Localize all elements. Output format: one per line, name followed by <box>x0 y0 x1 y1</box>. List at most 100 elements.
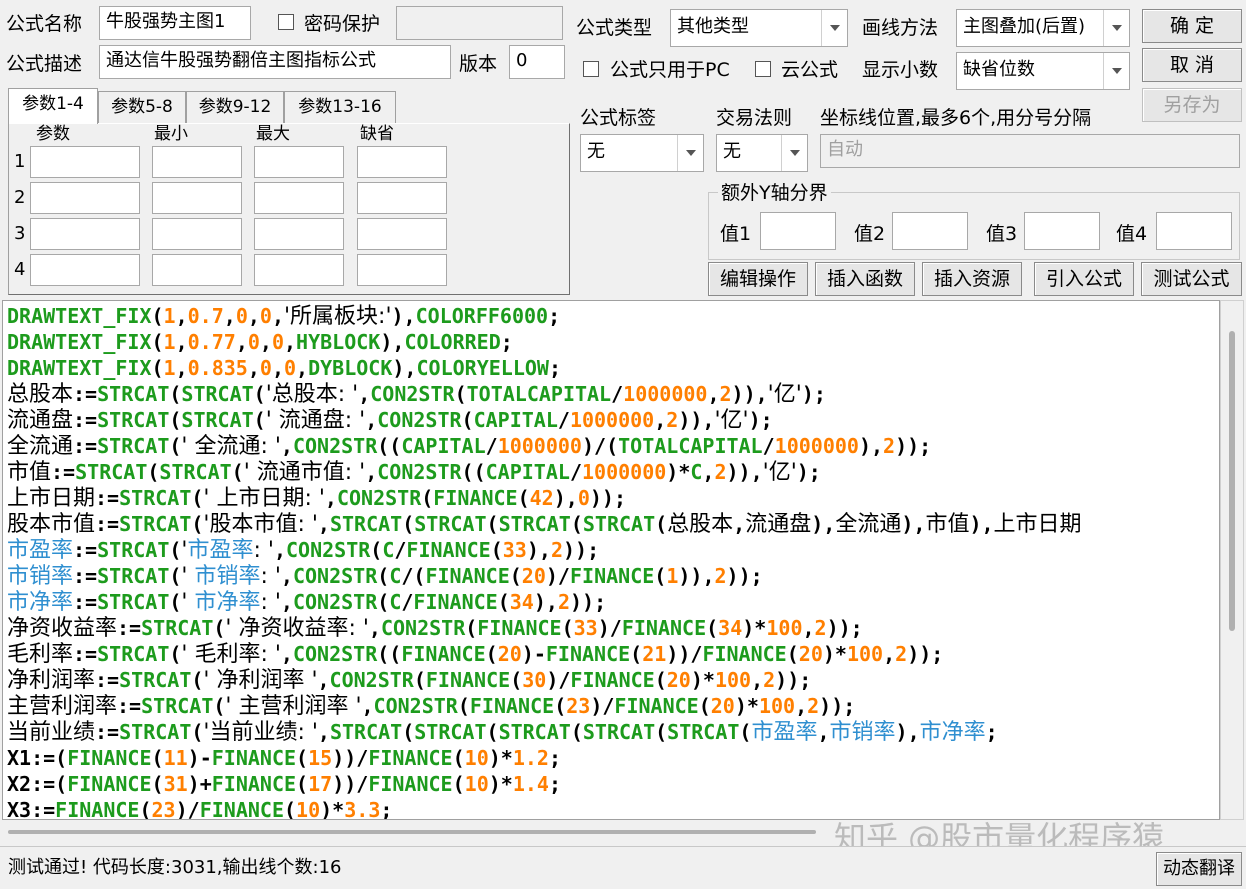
param-name-input[interactable] <box>30 182 140 214</box>
formula-desc-input[interactable]: 通达信牛股强势翻倍主图指标公式 <box>99 45 451 79</box>
code-token: ( <box>554 694 567 718</box>
code-token: 31 <box>163 772 188 796</box>
param-min-input[interactable] <box>152 182 242 214</box>
dynamic-translate-button[interactable]: 动态翻译 <box>1156 852 1242 886</box>
code-token: ( <box>452 746 465 770</box>
code-line: 市盈率:=STRCAT('市盈率: ',CON2STR(C/FINANCE(33… <box>7 537 599 564</box>
code-token: )), <box>678 564 715 588</box>
code-token: '亿' <box>767 382 802 407</box>
code-token: 15 <box>308 746 333 770</box>
formula-type-select[interactable]: 其他类型 <box>670 9 848 47</box>
insert-resource-button[interactable]: 插入资源 <box>922 262 1022 296</box>
code-token: 市净率 <box>194 590 261 615</box>
decimals-label: 显示小数 <box>862 59 939 81</box>
code-token: 2 <box>763 668 776 692</box>
code-token: := <box>95 512 120 536</box>
param-default-input[interactable] <box>357 254 447 286</box>
code-token: STRCAT <box>97 564 170 588</box>
tab-params-1-4[interactable]: 参数1-4 <box>8 88 98 124</box>
code-token: 市销率 <box>194 564 261 589</box>
code-token: '亿' <box>762 460 797 485</box>
code-token: STRCAT <box>414 720 487 744</box>
pc-only-checkbox[interactable] <box>583 61 599 77</box>
version-input[interactable]: 0 <box>509 45 565 79</box>
test-formula-button[interactable]: 测试公式 <box>1141 262 1242 296</box>
param-name-input[interactable] <box>30 254 140 286</box>
code-token: STRCAT <box>97 642 170 666</box>
code-token: 100 <box>766 616 803 640</box>
code-token: ; <box>548 356 561 380</box>
code-token: 0.835 <box>187 356 248 380</box>
axis-position-input[interactable]: 自动 <box>820 134 1240 168</box>
version-label: 版本 <box>459 53 498 75</box>
code-token: ( <box>284 798 297 820</box>
code-token: ( <box>654 564 667 588</box>
code-token: 全流通 <box>7 434 74 459</box>
code-line: DRAWTEXT_FIX(1,0.835,0,0,DYBLOCK),COLORY… <box>7 355 561 381</box>
y4-input[interactable] <box>1156 212 1232 250</box>
trade-rule-select[interactable]: 无 <box>716 134 808 172</box>
vertical-scrollbar[interactable] <box>1220 300 1244 820</box>
code-token: : ' <box>260 590 281 615</box>
y3-input[interactable] <box>1024 212 1100 250</box>
scrollbar-thumb[interactable] <box>1229 331 1235 631</box>
tab-params-9-12[interactable]: 参数9-12 <box>186 91 284 123</box>
code-token: ' 净资收益率: ' <box>225 616 369 641</box>
param-name-input[interactable] <box>30 146 140 178</box>
code-token: , <box>175 356 188 380</box>
hscrollbar-thumb[interactable] <box>8 830 816 834</box>
code-token: 市盈率 <box>7 538 74 563</box>
code-token: , <box>324 486 337 510</box>
insert-function-button[interactable]: 插入函数 <box>815 262 915 296</box>
code-token: 0 <box>271 330 284 354</box>
password-input[interactable] <box>396 6 563 40</box>
param-default-input[interactable] <box>357 182 447 214</box>
code-token: ' 毛利率: ' <box>181 642 281 667</box>
code-token: ( <box>561 616 574 640</box>
tab-params-5-8[interactable]: 参数5-8 <box>98 91 186 123</box>
draw-method-select[interactable]: 主图叠加(后置) <box>956 9 1130 47</box>
code-token: FINANCE <box>401 642 486 666</box>
param-max-input[interactable] <box>254 146 344 178</box>
param-name-input[interactable] <box>30 218 140 250</box>
cloud-checkbox[interactable] <box>755 61 771 77</box>
param-header-max: 最大 <box>256 124 290 144</box>
param-max-input[interactable] <box>254 182 344 214</box>
code-token: CON2STR <box>380 616 466 640</box>
param-min-input[interactable] <box>152 218 242 250</box>
param-min-input[interactable] <box>152 146 242 178</box>
code-token: 34 <box>509 590 534 614</box>
import-formula-button[interactable]: 引入公式 <box>1034 262 1134 296</box>
param-max-input[interactable] <box>254 254 344 286</box>
code-token: 全流通 <box>835 512 902 537</box>
code-token: ( <box>465 616 478 640</box>
code-editor[interactable]: DRAWTEXT_FIX(1,0.7,0,0,'所属板块:'),COLORFF6… <box>2 300 1220 820</box>
param-default-input[interactable] <box>357 218 447 250</box>
code-line: 毛利率:=STRCAT(' 毛利率: ',CON2STR((FINANCE(20… <box>7 641 943 668</box>
tab-params-13-16[interactable]: 参数13-16 <box>284 91 396 123</box>
code-token: 总股本 <box>667 512 734 537</box>
y2-input[interactable] <box>892 212 968 250</box>
y4-label: 值4 <box>1116 223 1148 245</box>
ok-button[interactable]: 确 定 <box>1142 9 1242 43</box>
y1-input[interactable] <box>760 212 836 250</box>
code-token: 1 <box>163 304 176 328</box>
password-checkbox[interactable] <box>278 14 294 30</box>
param-min-input[interactable] <box>152 254 242 286</box>
save-as-button[interactable]: 另存为 <box>1142 88 1242 122</box>
code-token: ( <box>191 486 204 510</box>
code-token: ( <box>169 538 182 562</box>
code-token: , <box>175 330 188 354</box>
edit-operation-button[interactable]: 编辑操作 <box>708 262 808 296</box>
formula-name-input[interactable]: 牛股强势主图1 <box>99 6 251 40</box>
param-default-input[interactable] <box>357 146 447 178</box>
code-token: 3.3 <box>344 798 381 820</box>
cancel-button[interactable]: 取 消 <box>1142 48 1242 82</box>
code-line: X2:=(FINANCE(31)+FINANCE(17))/FINANCE(10… <box>7 771 561 797</box>
formula-tag-select[interactable]: 无 <box>580 134 704 172</box>
code-token: 11 <box>163 746 188 770</box>
code-token: FINANCE <box>425 668 511 692</box>
decimals-select[interactable]: 缺省位数 <box>956 52 1130 90</box>
code-token: , <box>365 408 378 432</box>
param-max-input[interactable] <box>254 218 344 250</box>
